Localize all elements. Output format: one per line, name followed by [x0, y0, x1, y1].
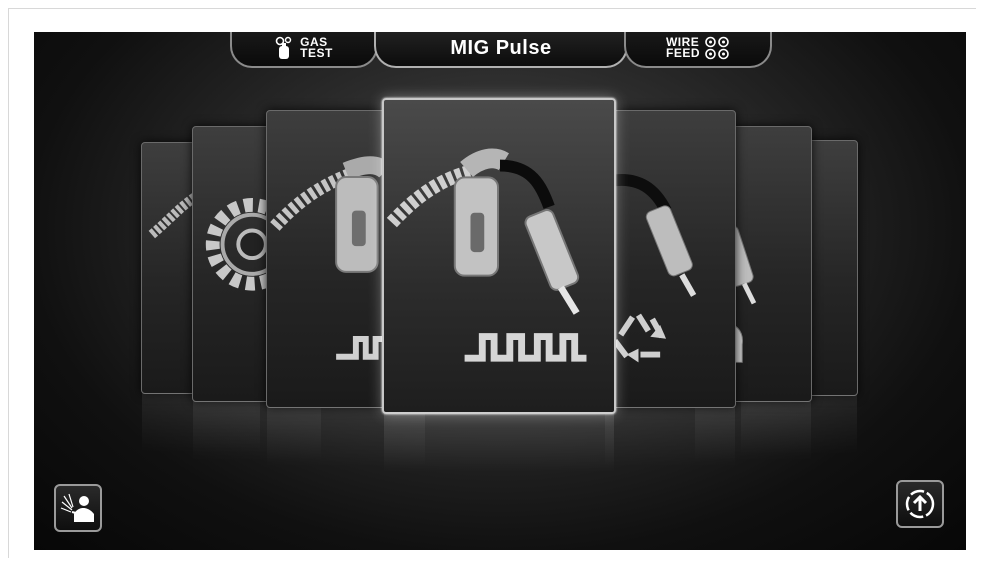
wire-spools-icon — [705, 36, 729, 60]
wire-feed-line2: FEED — [665, 46, 700, 60]
gas-test-tab[interactable]: GAS TEST — [230, 32, 378, 68]
upload-button[interactable] — [896, 480, 944, 528]
welder-mode-button[interactable] — [54, 484, 102, 532]
gas-test-line2: TEST — [300, 46, 333, 60]
mode-title-tab[interactable]: MIG Pulse — [374, 32, 628, 68]
upload-icon — [905, 489, 935, 519]
gas-cylinder-icon — [275, 36, 292, 59]
welder-screen: GAS TEST MIG Pulse WIRE FEED — [34, 32, 966, 550]
welder-icon — [60, 493, 94, 522]
card-center-mig-pulse[interactable] — [382, 98, 616, 472]
mode-title: MIG Pulse — [450, 36, 552, 59]
card-right-1[interactable] — [604, 110, 736, 467]
mig-torch-pulse-icon — [386, 148, 587, 362]
recycle-icon — [607, 174, 697, 363]
wire-feed-tab[interactable]: WIRE FEED — [624, 32, 772, 68]
